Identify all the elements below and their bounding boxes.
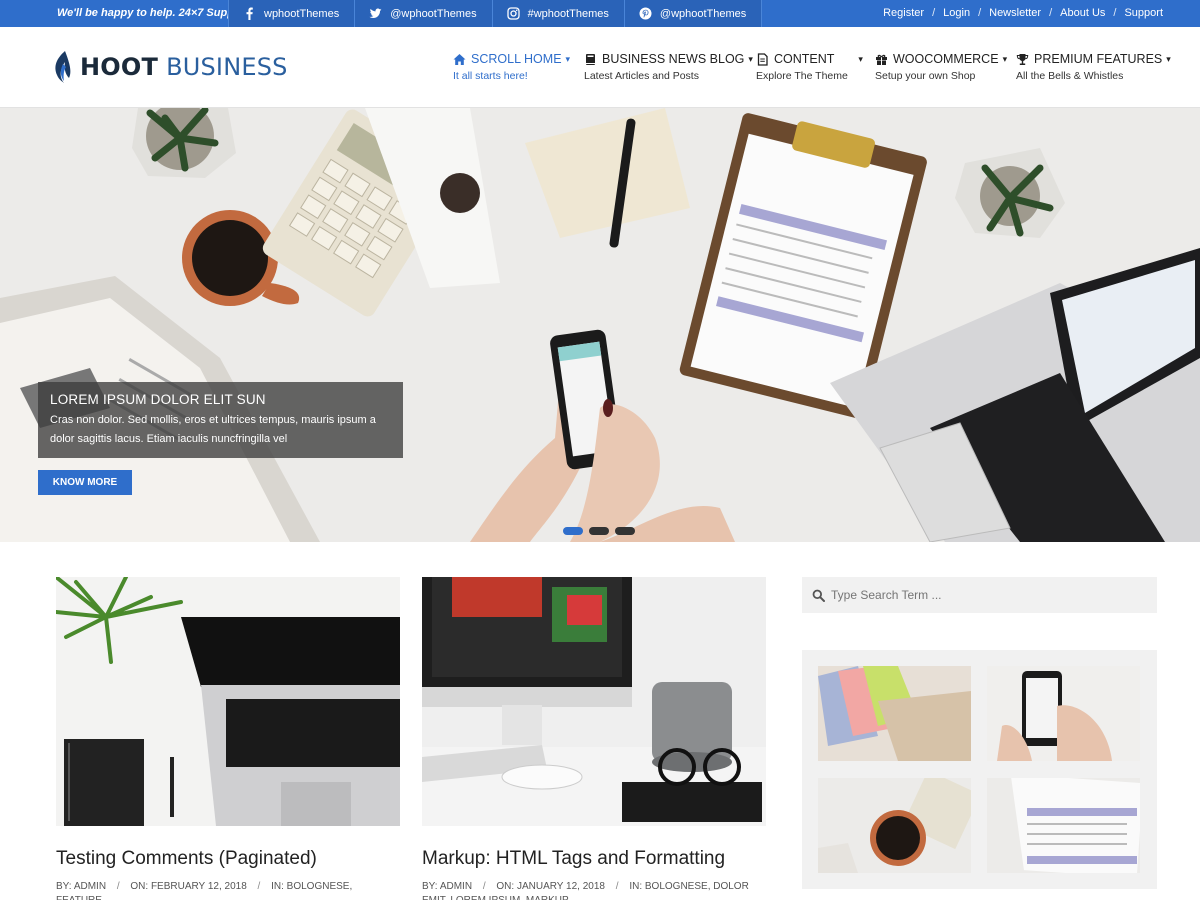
- facebook-icon: [243, 7, 256, 20]
- search-box: [802, 577, 1157, 613]
- meta-by-label: BY:: [422, 881, 438, 892]
- menu-label: WooCommerce: [893, 52, 999, 66]
- know-more-button[interactable]: KNOW MORE: [38, 470, 132, 495]
- link-separator: /: [932, 7, 936, 19]
- gallery-image[interactable]: [987, 666, 1140, 761]
- site-header: HOOT BUSINESS Scroll Home ▾ It all start…: [0, 27, 1200, 108]
- image-gallery-widget: [802, 650, 1157, 889]
- meta-on-label: ON:: [496, 881, 515, 892]
- home-icon: [453, 53, 466, 66]
- menu-item-woocommerce[interactable]: WooCommerce ▾ Setup your own Shop: [875, 51, 1007, 82]
- gallery-image[interactable]: [987, 778, 1140, 873]
- slider-dot-2[interactable]: [589, 527, 609, 535]
- post-date[interactable]: JANUARY 12, 2018: [517, 881, 605, 892]
- meta-by-label: BY:: [56, 881, 72, 892]
- pinterest-label: @wphootThemes: [659, 7, 747, 20]
- post-meta: BY: ADMIN / ON: FEBRUARY 12, 2018 / IN: …: [56, 880, 400, 900]
- slider-dot-3[interactable]: [615, 527, 635, 535]
- post-meta: BY: ADMIN / ON: JANUARY 12, 2018 / IN: B…: [422, 880, 766, 900]
- slider-dot-1[interactable]: [563, 527, 583, 535]
- post-author[interactable]: ADMIN: [440, 881, 472, 892]
- login-link[interactable]: Login: [943, 7, 970, 19]
- register-link[interactable]: Register: [883, 7, 924, 19]
- menu-item-business-news-blog[interactable]: Business News Blog ▾ Latest Articles and…: [584, 51, 753, 82]
- chevron-down-icon: ▾: [748, 53, 753, 64]
- menu-label: Content: [774, 52, 835, 66]
- meta-separator: /: [257, 881, 261, 892]
- meta-separator: /: [116, 881, 120, 892]
- twitter-label: @wphootThemes: [390, 7, 477, 20]
- chevron-down-icon: ▾: [858, 53, 863, 64]
- meta-on-label: ON:: [130, 881, 149, 892]
- slide-title: LOREM IPSUM DOLOR ELIT SUN: [50, 392, 266, 407]
- instagram-label: #wphootThemes: [527, 7, 609, 20]
- post-date[interactable]: FEBRUARY 12, 2018: [151, 881, 247, 892]
- trophy-icon: [1016, 53, 1029, 66]
- menu-description: Latest Articles and Posts: [584, 70, 699, 82]
- link-separator: /: [1113, 7, 1117, 19]
- support-link[interactable]: Support: [1124, 7, 1163, 19]
- menu-label: Scroll Home: [471, 52, 562, 66]
- post-thumbnail[interactable]: [422, 577, 766, 826]
- facebook-label: wphootThemes: [264, 7, 340, 20]
- chevron-down-icon: ▾: [1002, 53, 1008, 64]
- social-links: wphootThemes @wphootThemes #wphootThemes…: [228, 0, 763, 27]
- gallery-image[interactable]: [818, 666, 971, 761]
- chevron-down-icon: ▾: [565, 53, 571, 64]
- book-icon: [584, 53, 597, 66]
- post-card: Markup: HTML Tags and Formatting BY: ADM…: [422, 577, 766, 900]
- slide-caption: LOREM IPSUM DOLOR ELIT SUN Cras non dolo…: [38, 382, 403, 458]
- post-title[interactable]: Markup: HTML Tags and Formatting: [422, 848, 766, 870]
- search-input[interactable]: [831, 588, 1131, 602]
- menu-description: Explore The Theme: [756, 70, 848, 82]
- menu-description: Setup your own Shop: [875, 70, 976, 82]
- support-message: We'll be happy to help. 24×7 Support!: [57, 7, 253, 19]
- meta-in-label: IN:: [629, 881, 643, 892]
- logo-text-secondary: BUSINESS: [166, 53, 288, 81]
- link-separator: /: [1049, 7, 1053, 19]
- menu-label: Premium Features: [1034, 52, 1163, 66]
- newsletter-link[interactable]: Newsletter: [989, 7, 1041, 19]
- menu-label: Business News Blog: [602, 52, 745, 66]
- post-thumbnail[interactable]: [56, 577, 400, 826]
- menu-item-premium-features[interactable]: Premium Features ▾ All the Bells & Whist…: [1016, 51, 1171, 82]
- top-bar: We'll be happy to help. 24×7 Support! wp…: [0, 0, 1200, 27]
- site-logo[interactable]: HOOT BUSINESS: [52, 49, 288, 85]
- instagram-icon: [506, 7, 520, 20]
- slider-pagination: [563, 527, 641, 535]
- meta-separator: /: [615, 881, 619, 892]
- meta-separator: /: [482, 881, 486, 892]
- pinterest-icon: [639, 7, 652, 20]
- pinterest-link[interactable]: @wphootThemes: [623, 0, 763, 27]
- facebook-link[interactable]: wphootThemes: [228, 0, 355, 27]
- meta-in-label: IN:: [271, 881, 284, 892]
- hero-slider: LOREM IPSUM DOLOR ELIT SUN Cras non dolo…: [0, 108, 1200, 542]
- gift-icon: [875, 53, 888, 66]
- chevron-down-icon: ▾: [1166, 53, 1171, 64]
- hero-image: [0, 108, 1200, 542]
- logo-text-primary: HOOT: [80, 53, 159, 81]
- about-us-link[interactable]: About Us: [1060, 7, 1105, 19]
- post-author[interactable]: ADMIN: [74, 881, 106, 892]
- post-card: Testing Comments (Paginated) BY: ADMIN /…: [56, 577, 400, 900]
- menu-description: All the Bells & Whistles: [1016, 70, 1124, 82]
- flame-logo-icon: [52, 50, 74, 84]
- instagram-link[interactable]: #wphootThemes: [491, 0, 624, 27]
- menu-description: It all starts here!: [453, 70, 528, 82]
- menu-item-content[interactable]: Content ▾ Explore The Theme: [756, 51, 863, 82]
- twitter-link[interactable]: @wphootThemes: [354, 0, 492, 27]
- gallery-image[interactable]: [818, 778, 971, 873]
- slide-text: Cras non dolor. Sed mollis, eros et ultr…: [50, 414, 376, 445]
- menu-item-scroll-home[interactable]: Scroll Home ▾ It all starts here!: [453, 51, 570, 82]
- post-title[interactable]: Testing Comments (Paginated): [56, 848, 400, 870]
- twitter-icon: [369, 7, 382, 20]
- search-icon[interactable]: [812, 589, 825, 602]
- top-links: Register / Login / Newsletter / About Us…: [883, 7, 1163, 19]
- link-separator: /: [978, 7, 982, 19]
- document-icon: [756, 52, 769, 66]
